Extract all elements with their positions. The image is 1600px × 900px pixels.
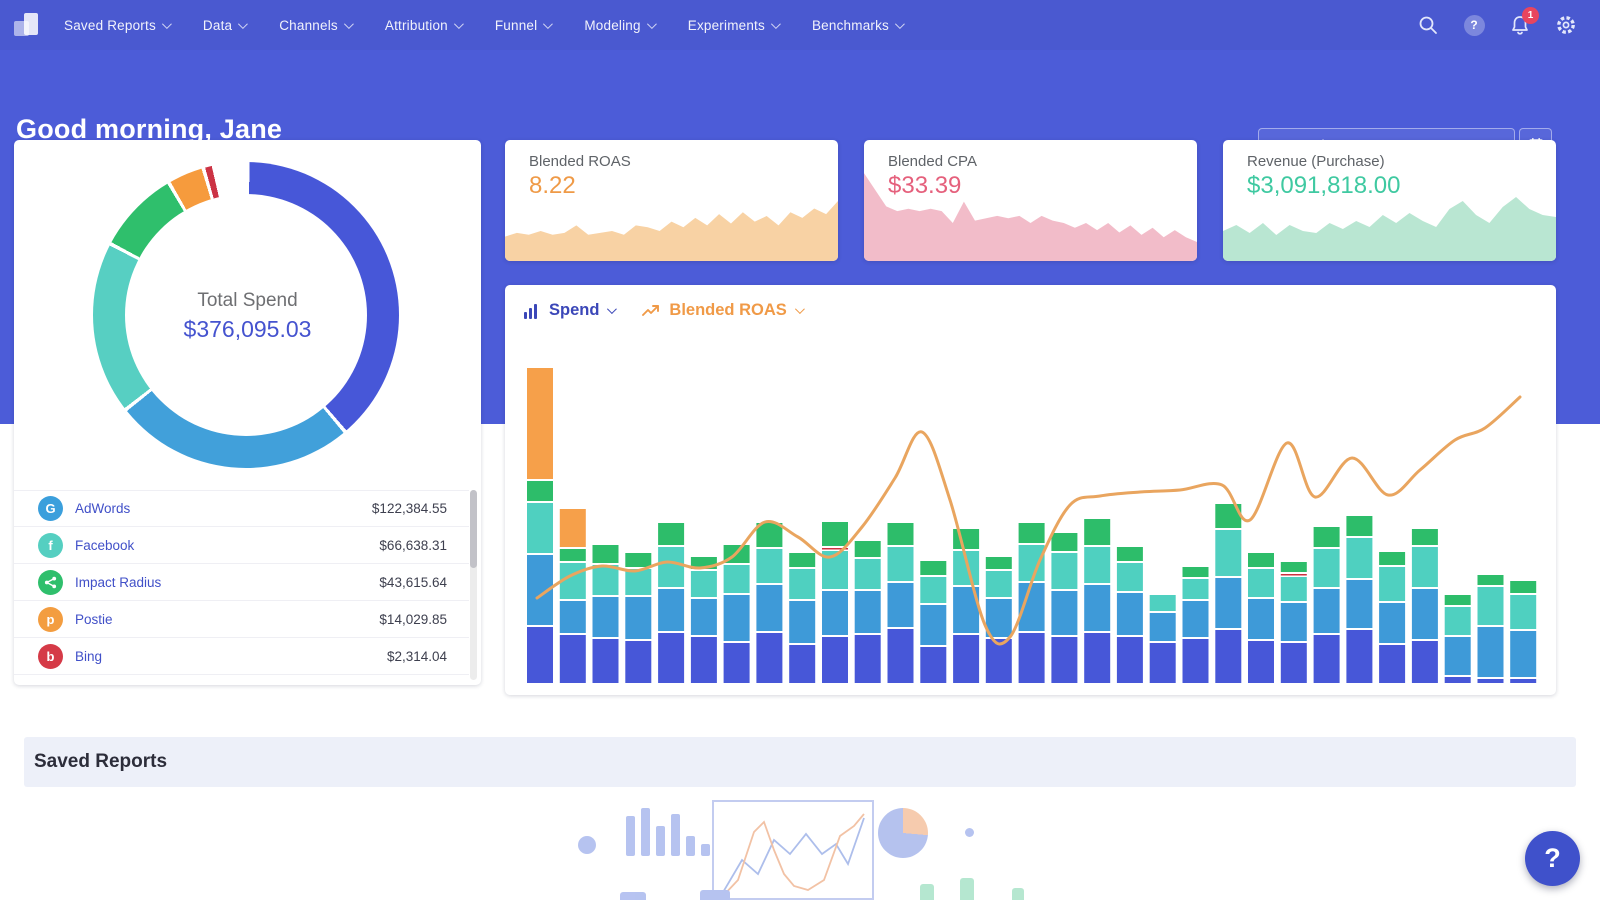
empty-state-illustration (560, 800, 1040, 900)
decorative-line-chart (712, 800, 874, 900)
channel-row-bing[interactable]: b Bing $2,314.04 (14, 638, 469, 675)
channel-row-facebook[interactable]: f Facebook $66,638.31 (14, 527, 469, 564)
nav-item-benchmarks[interactable]: Benchmarks (812, 18, 902, 33)
channel-spend: $14,029.85 (379, 612, 447, 627)
metric-label: Blended ROAS (669, 301, 786, 320)
channel-list: G AdWords $122,384.55 f Facebook $66,638… (14, 490, 469, 675)
scrollbar-thumb[interactable] (470, 490, 477, 568)
nav-item-saved-reports[interactable]: Saved Reports (64, 18, 169, 33)
total-spend-label: Total Spend (14, 290, 481, 312)
channel-name[interactable]: Postie (75, 612, 113, 627)
bar-chart-icon (524, 303, 541, 319)
kpi-label: Revenue (Purchase) (1247, 153, 1385, 170)
decorative-shape (1012, 888, 1024, 900)
channel-name[interactable]: Impact Radius (75, 575, 161, 590)
channel-row-impact-radius[interactable]: Impact Radius $43,615.64 (14, 564, 469, 601)
decorative-bar-chart (626, 808, 725, 856)
nav-item-label: Saved Reports (64, 18, 156, 33)
saved-reports-section-header: Saved Reports (24, 737, 1576, 787)
chevron-down-icon (771, 19, 781, 29)
metric-label: Spend (549, 301, 599, 320)
nav-item-label: Funnel (495, 18, 537, 33)
nav-item-attribution[interactable]: Attribution (385, 18, 461, 33)
bing-icon: b (38, 644, 63, 669)
rockerbox-logo[interactable] (14, 12, 40, 38)
nav-item-modeling[interactable]: Modeling (584, 18, 653, 33)
decorative-shape (620, 892, 646, 900)
spend-vs-roas-chart-card: Spend Blended ROAS (505, 285, 1556, 695)
search-icon[interactable] (1416, 13, 1440, 37)
settings-gear-icon[interactable] (1554, 13, 1578, 37)
channel-row-postie[interactable]: p Postie $14,029.85 (14, 601, 469, 638)
nav-item-label: Channels (279, 18, 338, 33)
chevron-down-icon (454, 19, 464, 29)
nav-item-channels[interactable]: Channels (279, 18, 351, 33)
decorative-shape (920, 884, 934, 900)
chevron-down-icon (238, 19, 248, 29)
nav-item-experiments[interactable]: Experiments (688, 18, 778, 33)
rockerbox-dashboard: Saved Reports Data Channels Attribution … (0, 0, 1600, 900)
channel-list-scrollbar[interactable] (470, 490, 477, 680)
nav-item-label: Benchmarks (812, 18, 889, 33)
nav-item-data[interactable]: Data (203, 18, 245, 33)
channel-name[interactable]: Facebook (75, 538, 134, 553)
top-nav: Saved Reports Data Channels Attribution … (0, 0, 1600, 50)
chevron-down-icon (795, 304, 805, 314)
total-spend-value: $376,095.03 (14, 316, 481, 343)
channel-spend: $2,314.04 (387, 649, 447, 664)
revenue-sparkline-chart (1223, 181, 1556, 261)
decorative-pie-chart (878, 808, 928, 858)
channel-name[interactable]: AdWords (75, 501, 130, 516)
blended-cpa-card[interactable]: Blended CPA $33.39 (864, 140, 1197, 261)
blended-roas-metric-toggle[interactable]: Blended ROAS (642, 301, 801, 320)
nav-item-label: Modeling (584, 18, 640, 33)
channel-name[interactable]: Bing (75, 649, 102, 664)
notifications-bell-icon[interactable]: 1 (1508, 13, 1532, 37)
chevron-down-icon (607, 304, 617, 314)
channel-spend: $43,615.64 (379, 575, 447, 590)
cpa-sparkline-chart (864, 166, 1197, 261)
chevron-down-icon (895, 19, 905, 29)
kpi-label: Blended ROAS (529, 153, 631, 170)
chevron-down-icon (162, 19, 172, 29)
notification-badge: 1 (1522, 7, 1539, 24)
trend-line-icon (642, 304, 661, 318)
decorative-dot (965, 828, 974, 837)
section-title: Saved Reports (34, 751, 167, 773)
spend-metric-toggle[interactable]: Spend (524, 301, 614, 320)
postie-icon: p (38, 607, 63, 632)
adwords-icon: G (38, 496, 63, 521)
decorative-dot (578, 836, 596, 854)
roas-sparkline-chart (505, 186, 838, 261)
nav-item-label: Attribution (385, 18, 448, 33)
help-fab-button[interactable]: ? (1525, 831, 1580, 886)
chevron-down-icon (647, 19, 657, 29)
channel-row-adwords[interactable]: G AdWords $122,384.55 (14, 490, 469, 527)
share-icon (38, 570, 63, 595)
facebook-icon: f (38, 533, 63, 558)
logo-shape (24, 13, 38, 35)
total-spend-card: Total Spend $376,095.03 G AdWords $122,3… (14, 140, 481, 685)
revenue-purchase-card[interactable]: Revenue (Purchase) $3,091,818.00 (1223, 140, 1556, 261)
nav-item-funnel[interactable]: Funnel (495, 18, 550, 33)
decorative-shape (960, 878, 974, 900)
spend-vs-roas-combo-chart[interactable] (524, 355, 1540, 687)
nav-item-label: Data (203, 18, 232, 33)
chevron-down-icon (543, 19, 553, 29)
blended-roas-card[interactable]: Blended ROAS 8.22 (505, 140, 838, 261)
chevron-down-icon (344, 19, 354, 29)
channel-spend: $66,638.31 (379, 538, 447, 553)
decorative-shape (700, 890, 730, 900)
help-icon[interactable]: ? (1462, 13, 1486, 37)
nav-item-label: Experiments (688, 18, 765, 33)
channel-spend: $122,384.55 (372, 501, 447, 516)
